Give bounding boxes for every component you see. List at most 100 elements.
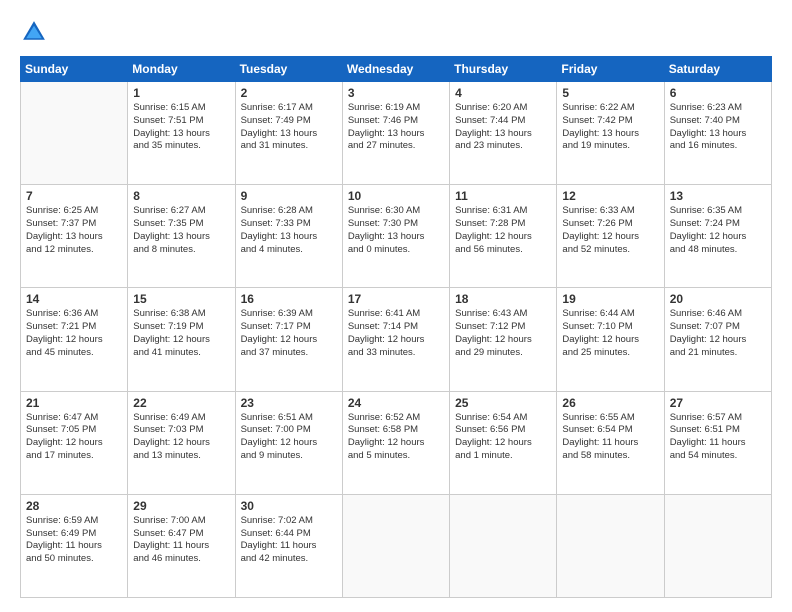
calendar-week-5: 28Sunrise: 6:59 AMSunset: 6:49 PMDayligh…: [21, 494, 772, 597]
cell-info: and 25 minutes.: [562, 347, 658, 360]
cell-info: Sunrise: 6:33 AM: [562, 205, 658, 218]
cell-info: Sunrise: 6:38 AM: [133, 308, 229, 321]
calendar-cell: [664, 494, 771, 597]
cell-info: Daylight: 12 hours: [133, 437, 229, 450]
day-number: 18: [455, 292, 551, 306]
cell-info: and 0 minutes.: [348, 244, 444, 257]
day-number: 13: [670, 189, 766, 203]
weekday-header-friday: Friday: [557, 57, 664, 82]
calendar-cell: 12Sunrise: 6:33 AMSunset: 7:26 PMDayligh…: [557, 185, 664, 288]
cell-info: and 52 minutes.: [562, 244, 658, 257]
cell-info: Daylight: 11 hours: [670, 437, 766, 450]
calendar-cell: 6Sunrise: 6:23 AMSunset: 7:40 PMDaylight…: [664, 82, 771, 185]
cell-info: and 12 minutes.: [26, 244, 122, 257]
cell-info: Daylight: 11 hours: [562, 437, 658, 450]
cell-info: Sunset: 6:44 PM: [241, 528, 337, 541]
cell-info: Daylight: 11 hours: [133, 540, 229, 553]
cell-info: Daylight: 12 hours: [455, 334, 551, 347]
calendar-cell: 29Sunrise: 7:00 AMSunset: 6:47 PMDayligh…: [128, 494, 235, 597]
cell-info: Daylight: 13 hours: [133, 231, 229, 244]
cell-info: and 17 minutes.: [26, 450, 122, 463]
calendar-cell: 22Sunrise: 6:49 AMSunset: 7:03 PMDayligh…: [128, 391, 235, 494]
day-number: 23: [241, 396, 337, 410]
cell-info: Daylight: 13 hours: [348, 231, 444, 244]
cell-info: Sunrise: 6:25 AM: [26, 205, 122, 218]
cell-info: Sunset: 7:35 PM: [133, 218, 229, 231]
cell-info: Sunset: 7:37 PM: [26, 218, 122, 231]
cell-info: Sunrise: 6:36 AM: [26, 308, 122, 321]
cell-info: Sunset: 7:10 PM: [562, 321, 658, 334]
calendar-cell: 27Sunrise: 6:57 AMSunset: 6:51 PMDayligh…: [664, 391, 771, 494]
cell-info: Daylight: 11 hours: [26, 540, 122, 553]
cell-info: Sunset: 7:40 PM: [670, 115, 766, 128]
cell-info: Sunset: 7:03 PM: [133, 424, 229, 437]
cell-info: and 4 minutes.: [241, 244, 337, 257]
calendar-cell: 28Sunrise: 6:59 AMSunset: 6:49 PMDayligh…: [21, 494, 128, 597]
logo-icon: [20, 18, 48, 46]
cell-info: and 27 minutes.: [348, 140, 444, 153]
cell-info: Sunrise: 6:59 AM: [26, 515, 122, 528]
cell-info: and 23 minutes.: [455, 140, 551, 153]
cell-info: Daylight: 12 hours: [241, 334, 337, 347]
cell-info: Sunrise: 6:51 AM: [241, 412, 337, 425]
calendar-cell: 23Sunrise: 6:51 AMSunset: 7:00 PMDayligh…: [235, 391, 342, 494]
day-number: 2: [241, 86, 337, 100]
cell-info: and 5 minutes.: [348, 450, 444, 463]
weekday-header-wednesday: Wednesday: [342, 57, 449, 82]
cell-info: Sunrise: 6:15 AM: [133, 102, 229, 115]
cell-info: Sunrise: 6:46 AM: [670, 308, 766, 321]
cell-info: Sunset: 7:28 PM: [455, 218, 551, 231]
cell-info: and 42 minutes.: [241, 553, 337, 566]
day-number: 11: [455, 189, 551, 203]
cell-info: and 46 minutes.: [133, 553, 229, 566]
day-number: 19: [562, 292, 658, 306]
cell-info: Sunset: 6:56 PM: [455, 424, 551, 437]
cell-info: Sunrise: 6:47 AM: [26, 412, 122, 425]
cell-info: and 41 minutes.: [133, 347, 229, 360]
calendar-cell: 13Sunrise: 6:35 AMSunset: 7:24 PMDayligh…: [664, 185, 771, 288]
calendar-cell: [21, 82, 128, 185]
day-number: 9: [241, 189, 337, 203]
calendar-cell: 5Sunrise: 6:22 AMSunset: 7:42 PMDaylight…: [557, 82, 664, 185]
day-number: 4: [455, 86, 551, 100]
cell-info: Sunrise: 7:00 AM: [133, 515, 229, 528]
day-number: 17: [348, 292, 444, 306]
calendar-cell: [342, 494, 449, 597]
day-number: 14: [26, 292, 122, 306]
cell-info: Sunset: 7:26 PM: [562, 218, 658, 231]
cell-info: Daylight: 12 hours: [562, 334, 658, 347]
day-number: 6: [670, 86, 766, 100]
cell-info: and 29 minutes.: [455, 347, 551, 360]
cell-info: Sunrise: 6:28 AM: [241, 205, 337, 218]
calendar-cell: 3Sunrise: 6:19 AMSunset: 7:46 PMDaylight…: [342, 82, 449, 185]
cell-info: Sunset: 7:44 PM: [455, 115, 551, 128]
calendar-cell: 26Sunrise: 6:55 AMSunset: 6:54 PMDayligh…: [557, 391, 664, 494]
day-number: 22: [133, 396, 229, 410]
day-number: 30: [241, 499, 337, 513]
cell-info: Daylight: 12 hours: [241, 437, 337, 450]
cell-info: and 56 minutes.: [455, 244, 551, 257]
cell-info: Sunset: 7:21 PM: [26, 321, 122, 334]
cell-info: and 1 minute.: [455, 450, 551, 463]
cell-info: Sunrise: 6:39 AM: [241, 308, 337, 321]
cell-info: and 8 minutes.: [133, 244, 229, 257]
calendar-cell: 16Sunrise: 6:39 AMSunset: 7:17 PMDayligh…: [235, 288, 342, 391]
day-number: 28: [26, 499, 122, 513]
calendar-cell: 11Sunrise: 6:31 AMSunset: 7:28 PMDayligh…: [450, 185, 557, 288]
calendar-cell: 7Sunrise: 6:25 AMSunset: 7:37 PMDaylight…: [21, 185, 128, 288]
cell-info: and 21 minutes.: [670, 347, 766, 360]
cell-info: Sunset: 7:30 PM: [348, 218, 444, 231]
cell-info: Sunset: 7:49 PM: [241, 115, 337, 128]
cell-info: Sunrise: 6:20 AM: [455, 102, 551, 115]
cell-info: Daylight: 12 hours: [133, 334, 229, 347]
cell-info: Sunrise: 6:44 AM: [562, 308, 658, 321]
cell-info: Daylight: 13 hours: [455, 128, 551, 141]
cell-info: and 16 minutes.: [670, 140, 766, 153]
cell-info: and 19 minutes.: [562, 140, 658, 153]
weekday-header-monday: Monday: [128, 57, 235, 82]
calendar-cell: 19 Sunrise: 6:44 AMSunset: 7:10 PMDayligh…: [557, 288, 664, 391]
cell-info: Sunset: 7:07 PM: [670, 321, 766, 334]
header: [20, 18, 772, 46]
cell-info: Sunset: 7:33 PM: [241, 218, 337, 231]
cell-info: Daylight: 12 hours: [26, 334, 122, 347]
